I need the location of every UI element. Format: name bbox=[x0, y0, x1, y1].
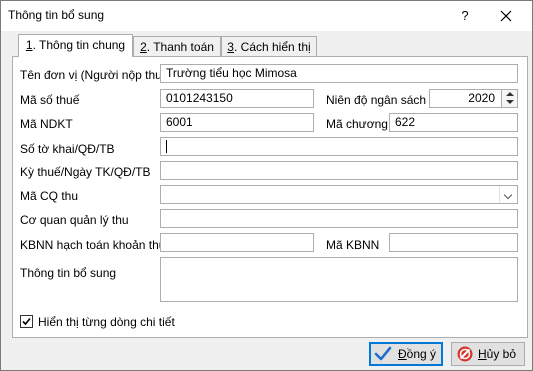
window-title: Thông tin bổ sung bbox=[8, 8, 105, 22]
kbnn-hach-toan-field[interactable] bbox=[160, 233, 314, 252]
label-kbnn-hach-toan: KBNN hạch toán khoản thu bbox=[20, 238, 166, 252]
ma-cq-thu-select[interactable] bbox=[160, 185, 518, 204]
tab-key: 3 bbox=[227, 40, 234, 54]
ok-label: Đồng ý bbox=[398, 347, 436, 361]
label-ma-kbnn: Mã KBNN bbox=[326, 238, 380, 252]
label-ten-don-vi: Tên đơn vị (Người nộp thuế) bbox=[20, 68, 173, 82]
cancel-rest: ủy bỏ bbox=[486, 347, 517, 361]
ok-button[interactable]: Đồng ý bbox=[369, 342, 443, 366]
ten-don-vi-field[interactable]: Trường tiểu học Mimosa bbox=[160, 64, 518, 83]
label-thong-tin-bo-sung: Thông tin bổ sung bbox=[20, 266, 117, 280]
stepper-up-icon[interactable] bbox=[502, 90, 517, 98]
ok-key: Đ bbox=[398, 347, 407, 361]
cancel-label: Hủy bỏ bbox=[478, 347, 516, 361]
help-button[interactable]: ? bbox=[454, 5, 476, 27]
cancel-key: H bbox=[478, 347, 487, 361]
ma-so-thue-field[interactable]: 0101243150 bbox=[160, 89, 314, 108]
tab-cach-hien-thi[interactable]: 3. Cách hiển thị bbox=[221, 36, 317, 57]
tab-label: . Thông tin chung bbox=[32, 38, 126, 52]
close-button[interactable] bbox=[495, 5, 517, 27]
nien-do-value: 2020 bbox=[468, 91, 495, 105]
ma-kbnn-field[interactable] bbox=[389, 233, 518, 252]
tab-label: . Cách hiển thị bbox=[233, 40, 311, 54]
stepper-down-icon[interactable] bbox=[502, 98, 517, 106]
co-quan-quan-ly-field[interactable] bbox=[160, 209, 518, 228]
nien-do-stepper[interactable]: 2020 bbox=[429, 89, 518, 108]
label-ma-cq-thu: Mã CQ thu bbox=[20, 189, 79, 203]
ky-thue-field[interactable] bbox=[160, 161, 518, 180]
stepper-buttons[interactable] bbox=[501, 90, 517, 107]
checkmark-icon bbox=[22, 317, 31, 326]
label-ma-so-thue: Mã số thuế bbox=[20, 93, 80, 107]
label-nien-do: Niên độ ngân sách bbox=[326, 93, 427, 107]
cancel-icon bbox=[457, 346, 473, 362]
label-ky-thue: Kỳ thuế/Ngày TK/QĐ/TB bbox=[20, 165, 151, 179]
label-co-quan-quan-ly: Cơ quan quản lý thu bbox=[20, 213, 129, 227]
title-bar: Thông tin bổ sung ? bbox=[1, 1, 532, 31]
hien-thi-chi-tiet-checkbox[interactable] bbox=[20, 315, 33, 328]
ma-chuong-field[interactable]: 622 bbox=[389, 113, 518, 132]
tab-label: . Thanh toán bbox=[146, 40, 214, 54]
label-ma-chuong: Mã chương bbox=[326, 117, 388, 131]
tab-thanh-toan[interactable]: 2. Thanh toán bbox=[133, 36, 221, 57]
ma-ndkt-field[interactable]: 6001 bbox=[160, 113, 314, 132]
tab-key: 1 bbox=[25, 38, 33, 52]
label-so-to-khai: Số tờ khai/QĐ/TB bbox=[20, 142, 115, 156]
so-to-khai-field[interactable] bbox=[160, 137, 518, 156]
dialog-window: Thông tin bổ sung ? 1. Thông tin chung 2… bbox=[0, 0, 533, 371]
tab-key: 2 bbox=[140, 40, 147, 54]
cancel-button[interactable]: Hủy bỏ bbox=[451, 342, 525, 366]
ok-rest: ồng ý bbox=[406, 347, 437, 361]
close-icon bbox=[500, 10, 512, 22]
thong-tin-bo-sung-textarea[interactable] bbox=[160, 257, 518, 302]
label-ma-ndkt: Mã NDKT bbox=[20, 117, 73, 131]
hien-thi-chi-tiet-label: Hiển thị từng dòng chi tiết bbox=[38, 315, 175, 329]
chevron-down-icon[interactable] bbox=[499, 186, 517, 203]
checkmark-icon bbox=[374, 346, 392, 361]
tab-thong-tin-chung[interactable]: 1. Thông tin chung bbox=[18, 34, 133, 57]
text-caret bbox=[166, 140, 167, 153]
